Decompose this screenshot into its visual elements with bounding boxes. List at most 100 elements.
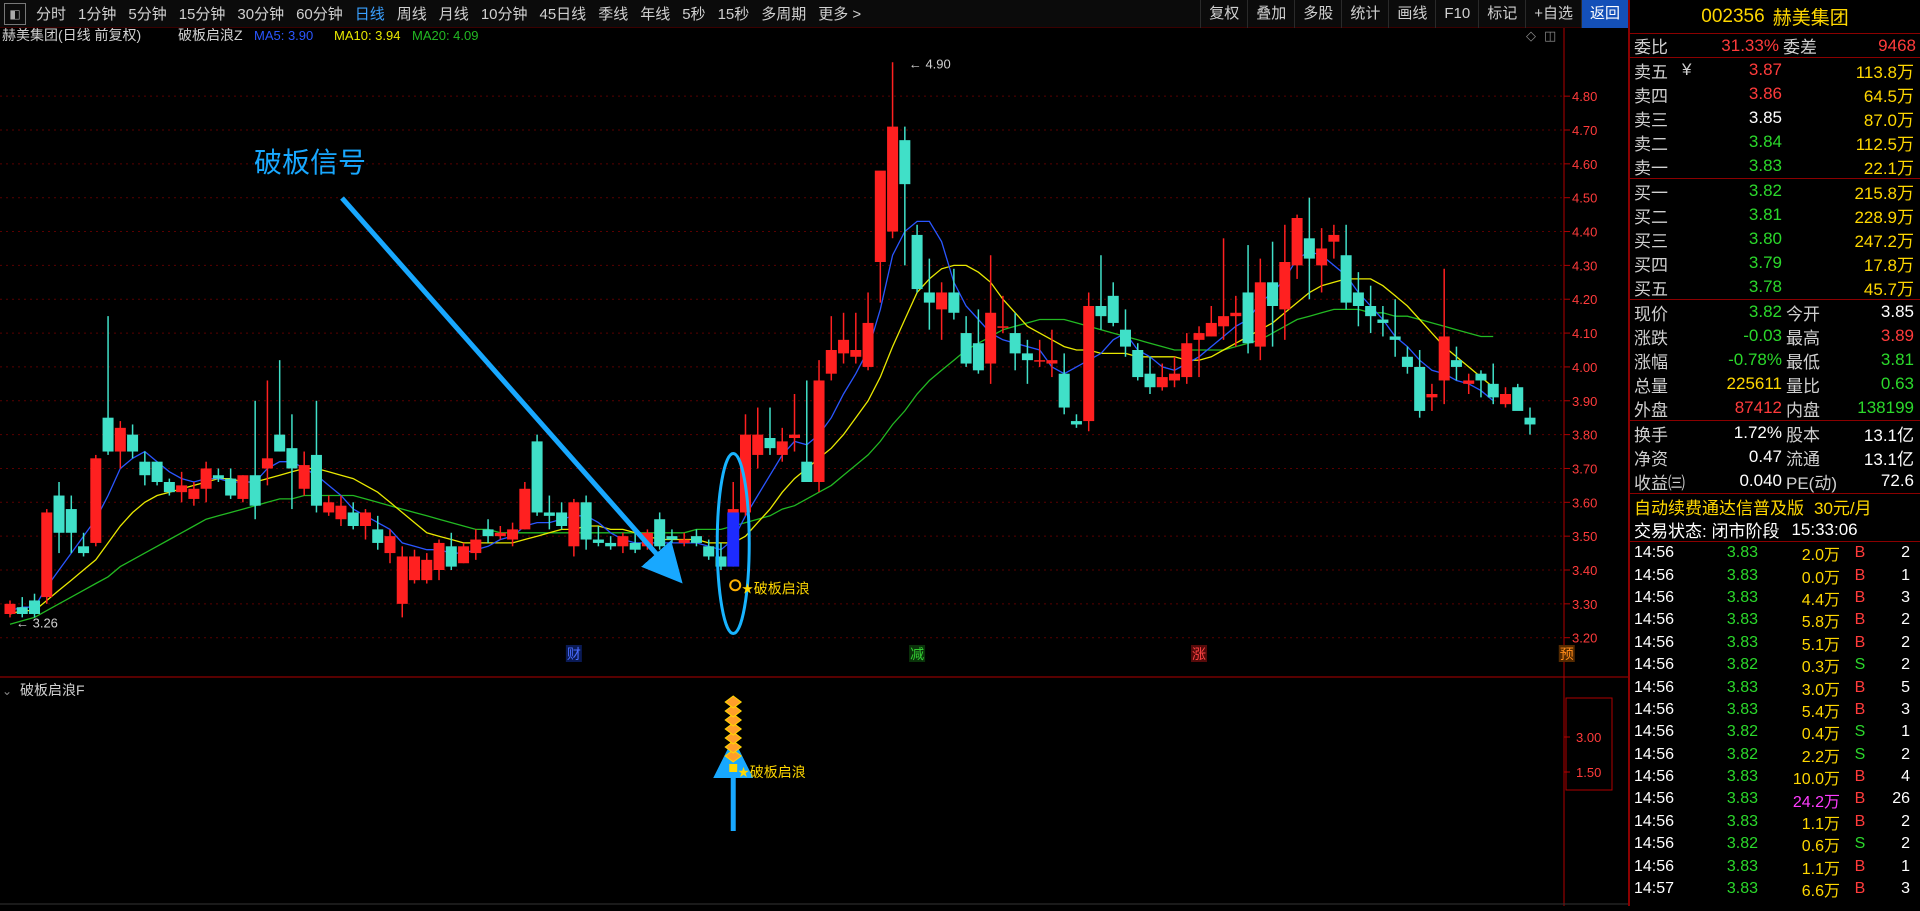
period-tab[interactable]: 30分钟 <box>231 3 290 24</box>
candle[interactable] <box>874 170 886 303</box>
candle[interactable] <box>1218 238 1230 340</box>
panel-toggle-icon[interactable]: ◧ <box>4 2 26 25</box>
buy-order-row[interactable]: 买一 3.82 215.8万 <box>1630 179 1920 203</box>
period-tab[interactable]: 周线 <box>391 3 433 24</box>
candle[interactable] <box>887 62 899 239</box>
candle[interactable] <box>1450 346 1462 381</box>
candle[interactable] <box>1414 350 1426 418</box>
event-marker[interactable]: 减 <box>910 646 924 662</box>
candle[interactable] <box>237 475 249 503</box>
candle[interactable] <box>1254 258 1266 361</box>
candle[interactable] <box>923 258 935 330</box>
candle[interactable] <box>1107 282 1119 327</box>
candle[interactable] <box>470 529 482 560</box>
candle[interactable] <box>482 519 494 543</box>
candle[interactable] <box>911 224 923 293</box>
candle[interactable] <box>1291 214 1303 279</box>
candle[interactable] <box>519 482 531 530</box>
sell-order-row[interactable]: 卖一 3.83 22.1万 <box>1630 154 1920 178</box>
candle[interactable] <box>531 434 543 516</box>
candle[interactable] <box>985 255 997 384</box>
candle[interactable] <box>1083 292 1095 432</box>
candle[interactable] <box>580 495 592 550</box>
candle[interactable] <box>764 407 776 455</box>
candle[interactable] <box>776 427 788 462</box>
candle[interactable] <box>605 536 617 550</box>
candle[interactable] <box>90 454 102 547</box>
toolbar-button[interactable]: 统计 <box>1341 0 1388 28</box>
toolbar-button[interactable]: +自选 <box>1525 0 1581 28</box>
period-tab[interactable]: 更多 > <box>812 3 867 24</box>
candle[interactable] <box>1144 356 1156 394</box>
period-tab[interactable]: 15秒 <box>712 3 756 24</box>
candle[interactable] <box>433 539 445 581</box>
candle[interactable] <box>1316 228 1328 293</box>
indicator-name[interactable]: 破板启浪Z <box>178 27 243 43</box>
candle[interactable] <box>1021 339 1033 384</box>
kline-chart[interactable]: 赫美集团(日线 前复权) 破板启浪Z MA5: 3.90 MA10: 3.94 MA20… <box>0 27 1628 906</box>
candle[interactable] <box>1438 268 1450 405</box>
candle[interactable] <box>1303 197 1315 300</box>
period-tab[interactable]: 15分钟 <box>173 3 232 24</box>
candle[interactable] <box>200 461 212 503</box>
sell-order-row[interactable]: 卖五 ¥3.87 113.8万 <box>1630 58 1920 82</box>
diamond-icon[interactable]: ◇ <box>1526 28 1536 43</box>
candle[interactable] <box>1242 245 1254 354</box>
candle[interactable] <box>139 451 151 486</box>
candle[interactable] <box>347 502 359 530</box>
period-tab[interactable]: 1分钟 <box>72 3 122 24</box>
candle[interactable] <box>102 316 114 455</box>
candle[interactable] <box>862 292 874 371</box>
period-tab[interactable]: 季线 <box>592 3 634 24</box>
candle[interactable] <box>249 400 261 520</box>
candle[interactable] <box>323 495 335 516</box>
candle[interactable] <box>65 495 77 554</box>
candle[interactable] <box>1389 299 1401 357</box>
candle[interactable] <box>396 546 408 618</box>
candle[interactable] <box>1340 224 1352 310</box>
candle[interactable] <box>286 414 298 510</box>
candle[interactable] <box>1499 387 1511 408</box>
candle[interactable] <box>801 380 813 482</box>
candle[interactable] <box>850 312 862 364</box>
candle[interactable] <box>421 553 433 584</box>
period-tab[interactable]: 5分钟 <box>122 3 172 24</box>
candle[interactable] <box>1512 383 1524 411</box>
toolbar-button[interactable]: 叠加 <box>1247 0 1294 28</box>
period-tab[interactable]: 分时 <box>30 3 72 24</box>
candle[interactable] <box>1328 224 1340 259</box>
candle[interactable] <box>752 407 764 469</box>
candle[interactable] <box>29 593 41 618</box>
candle[interactable] <box>543 495 555 530</box>
candle[interactable] <box>409 549 421 584</box>
candle[interactable] <box>225 468 237 499</box>
candle[interactable] <box>4 600 16 618</box>
period-tab[interactable]: 年线 <box>634 3 676 24</box>
candle[interactable] <box>1205 306 1217 337</box>
toolbar-button[interactable]: 多股 <box>1294 0 1341 28</box>
candle[interactable] <box>188 482 200 506</box>
candle[interactable] <box>53 482 65 554</box>
period-tab[interactable]: 10分钟 <box>475 3 534 24</box>
event-marker[interactable]: 涨 <box>1192 646 1206 662</box>
candle[interactable] <box>813 360 825 493</box>
candle[interactable] <box>1009 312 1021 371</box>
candle[interactable] <box>936 282 948 340</box>
candle[interactable] <box>16 597 28 618</box>
tick-list[interactable]: 14:56 3.83 2.0万 B 2 14:56 3.83 0.0万 B 1 14:56 3.83 4… <box>1630 542 1920 900</box>
sell-order-row[interactable]: 卖三 3.85 87.0万 <box>1630 106 1920 130</box>
period-tab[interactable]: 5秒 <box>676 3 711 24</box>
candle[interactable] <box>1193 326 1205 378</box>
candle[interactable] <box>1365 285 1377 334</box>
period-tab[interactable]: 45日线 <box>534 3 593 24</box>
candle[interactable] <box>899 126 911 266</box>
buy-order-row[interactable]: 买三 3.80 247.2万 <box>1630 227 1920 251</box>
event-marker[interactable]: 预 <box>1560 646 1574 662</box>
candle[interactable] <box>359 509 371 540</box>
candle[interactable] <box>1377 306 1389 337</box>
candle[interactable] <box>1119 309 1131 357</box>
candle[interactable] <box>310 400 322 513</box>
candle[interactable] <box>948 268 960 320</box>
candle[interactable] <box>114 421 126 469</box>
candle[interactable] <box>1463 373 1475 394</box>
